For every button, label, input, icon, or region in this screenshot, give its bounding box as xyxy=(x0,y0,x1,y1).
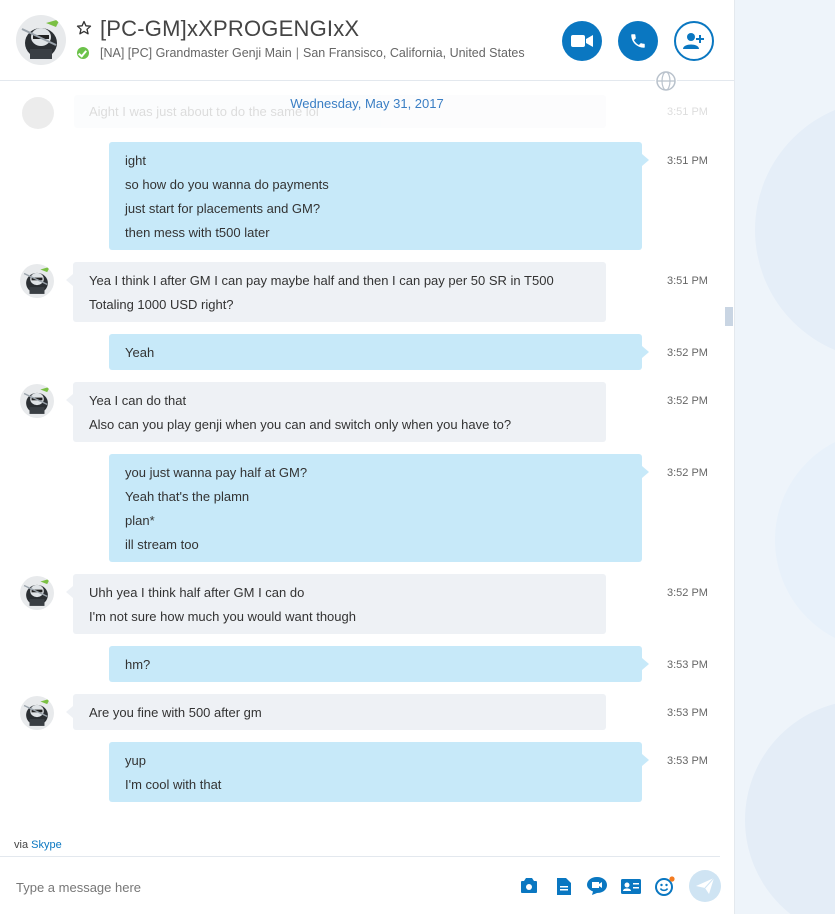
message-list[interactable]: Aight I was just about to do the same lo… xyxy=(0,81,720,831)
emoticon-button[interactable] xyxy=(655,876,675,896)
message-text: I'm not sure how much you would want tho… xyxy=(89,609,356,624)
message-text: I'm cool with that xyxy=(125,777,222,792)
send-arrow-icon xyxy=(696,878,714,894)
message-text: Yea I can do that xyxy=(89,393,187,408)
message-text: Yea I think I after GM I can pay maybe h… xyxy=(89,273,554,288)
message-bubble[interactable]: hm? xyxy=(109,646,649,682)
message-timestamp: 3:52 PM xyxy=(667,347,708,359)
sender-avatar[interactable] xyxy=(20,264,54,298)
add-people-button[interactable] xyxy=(674,21,714,61)
send-button[interactable] xyxy=(689,870,721,902)
background-decoration xyxy=(735,0,835,914)
message-text: just start for placements and GM? xyxy=(125,201,321,216)
message-text: yup xyxy=(125,753,146,768)
message-text: plan* xyxy=(125,513,155,528)
message-timestamp: 3:52 PM xyxy=(667,395,708,407)
date-separator: Wednesday, May 31, 2017 xyxy=(290,96,444,111)
message-text: Yeah xyxy=(125,345,155,360)
contact-mood-message: [NA] [PC] Grandmaster Genji Main | San Fra… xyxy=(100,46,525,60)
message-bubble[interactable]: you just wanna pay half at GM? Yeah that'… xyxy=(109,454,649,562)
message-text: ill stream too xyxy=(125,537,199,552)
send-file-button[interactable] xyxy=(554,876,574,896)
scrollbar-thumb[interactable] xyxy=(725,307,733,326)
message-text: Uhh yea I think half after GM I can do xyxy=(89,585,305,600)
phone-icon xyxy=(631,34,645,48)
conversation-header: [PC-GM]xXPROGENGIxX [NA] [PC] Grandmaste… xyxy=(0,0,734,81)
message-text: Are you fine with 500 after gm xyxy=(89,705,262,720)
message-text: then mess with t500 later xyxy=(125,225,270,240)
via-skype-label: via Skype xyxy=(14,839,62,851)
skype-link[interactable]: Skype xyxy=(31,839,62,851)
message-text: Yeah that's the plamn xyxy=(125,489,250,504)
audio-call-button[interactable] xyxy=(618,21,658,61)
video-message-button[interactable] xyxy=(587,876,607,896)
message-bubble[interactable]: Yea I think I after GM I can pay maybe h… xyxy=(66,262,606,322)
message-text: ight xyxy=(125,153,146,168)
contact-avatar[interactable] xyxy=(16,15,66,65)
media-gallery-icon xyxy=(521,878,537,893)
message-timestamp: 3:52 PM xyxy=(667,587,708,599)
message-timestamp: 3:53 PM xyxy=(667,707,708,719)
message-timestamp: 3:51 PM xyxy=(667,155,708,167)
contact-location: San Fransisco, California, United States xyxy=(302,46,525,60)
message-bubble[interactable]: ight so how do you wanna do payments just … xyxy=(109,142,649,250)
message-timestamp: 3:53 PM xyxy=(667,659,708,671)
add-person-icon xyxy=(683,33,704,49)
chat-pane: [PC-GM]xXPROGENGIxX [NA] [PC] Grandmaste… xyxy=(0,0,735,914)
message-input[interactable] xyxy=(14,875,478,899)
sender-avatar[interactable] xyxy=(20,576,54,610)
message-bubble[interactable]: yup I'm cool with that xyxy=(109,742,649,802)
message-bubble[interactable]: Yeah xyxy=(109,334,649,370)
message-text: so how do you wanna do payments xyxy=(125,177,329,192)
message-text: Totaling 1000 USD right? xyxy=(89,297,234,312)
video-call-button[interactable] xyxy=(562,21,602,61)
video-message-icon xyxy=(587,877,607,895)
via-prefix: via xyxy=(14,839,29,851)
message-timestamp: 3:52 PM xyxy=(667,467,708,479)
message-timestamp: 3:51 PM xyxy=(667,275,708,287)
file-icon xyxy=(557,877,571,895)
message-bubble[interactable]: Are you fine with 500 after gm xyxy=(66,694,606,730)
message-text: Also can you play genji when you can and… xyxy=(89,417,512,432)
sender-avatar[interactable] xyxy=(20,384,54,418)
message-bubble[interactable]: Uhh yea I think half after GM I can do I'… xyxy=(66,574,606,634)
message-timestamp: 3:53 PM xyxy=(667,755,708,767)
contact-card-icon xyxy=(621,878,641,894)
favorite-star-icon[interactable] xyxy=(76,20,92,36)
media-gallery-button[interactable] xyxy=(519,876,539,896)
message-text: hm? xyxy=(125,657,151,672)
mood-separator: | xyxy=(295,46,299,60)
message-text: you just wanna pay half at GM? xyxy=(125,465,308,480)
send-contact-button[interactable] xyxy=(621,876,641,896)
message-bubble[interactable]: Yea I can do that Also can you play genji… xyxy=(66,382,606,442)
video-camera-icon xyxy=(571,35,593,47)
message-composer xyxy=(0,856,721,915)
contact-name[interactable]: [PC-GM]xXPROGENGIxX xyxy=(100,16,359,42)
smiley-icon xyxy=(655,876,675,896)
sender-avatar[interactable] xyxy=(20,696,54,730)
mood-text: [NA] [PC] Grandmaster Genji Main xyxy=(100,46,292,60)
online-status-icon xyxy=(77,47,89,59)
